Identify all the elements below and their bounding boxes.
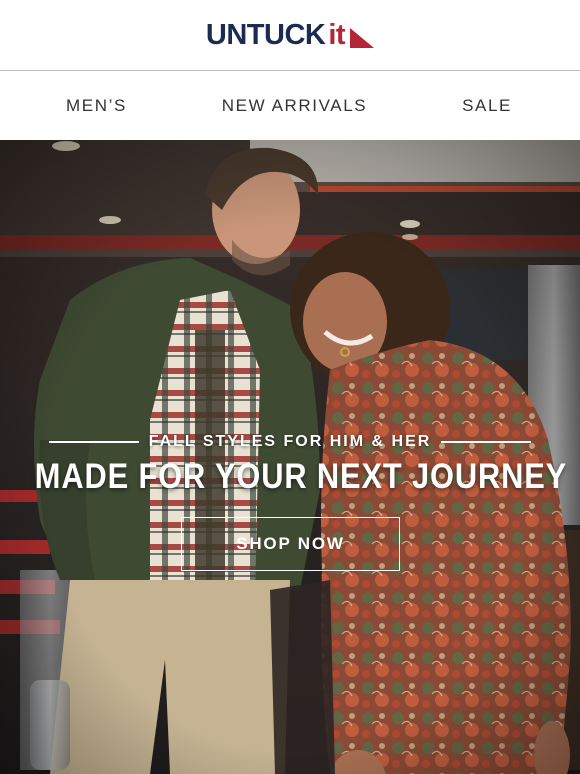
email-header: UNTUCK it [0, 0, 580, 71]
untuckit-logo[interactable]: UNTUCK it [205, 18, 375, 51]
hero-text-block: FALL STYLES FOR HIM & HER MADE FOR YOUR … [0, 433, 580, 497]
hero-banner[interactable]: FALL STYLES FOR HIM & HER MADE FOR YOUR … [0, 140, 580, 774]
main-nav: MEN’S NEW ARRIVALS SALE [0, 72, 580, 140]
nav-mens[interactable]: MEN’S [66, 96, 127, 116]
eyebrow-rule-right [441, 441, 532, 443]
eyebrow-row: FALL STYLES FOR HIM & HER [0, 433, 580, 451]
nav-sale[interactable]: SALE [462, 96, 512, 116]
hero-headline: MADE FOR YOUR NEXT JOURNEY [34, 457, 568, 496]
nav-new-arrivals[interactable]: NEW ARRIVALS [222, 96, 367, 116]
eyebrow-rule-left [48, 441, 139, 443]
shop-now-button[interactable]: SHOP NOW [181, 517, 400, 571]
hero-eyebrow: FALL STYLES FOR HIM & HER [148, 433, 432, 450]
flag-icon [350, 27, 375, 48]
logo-wordmark-upper: UNTUCK [205, 18, 326, 51]
logo-wordmark-lower: it [328, 18, 346, 51]
